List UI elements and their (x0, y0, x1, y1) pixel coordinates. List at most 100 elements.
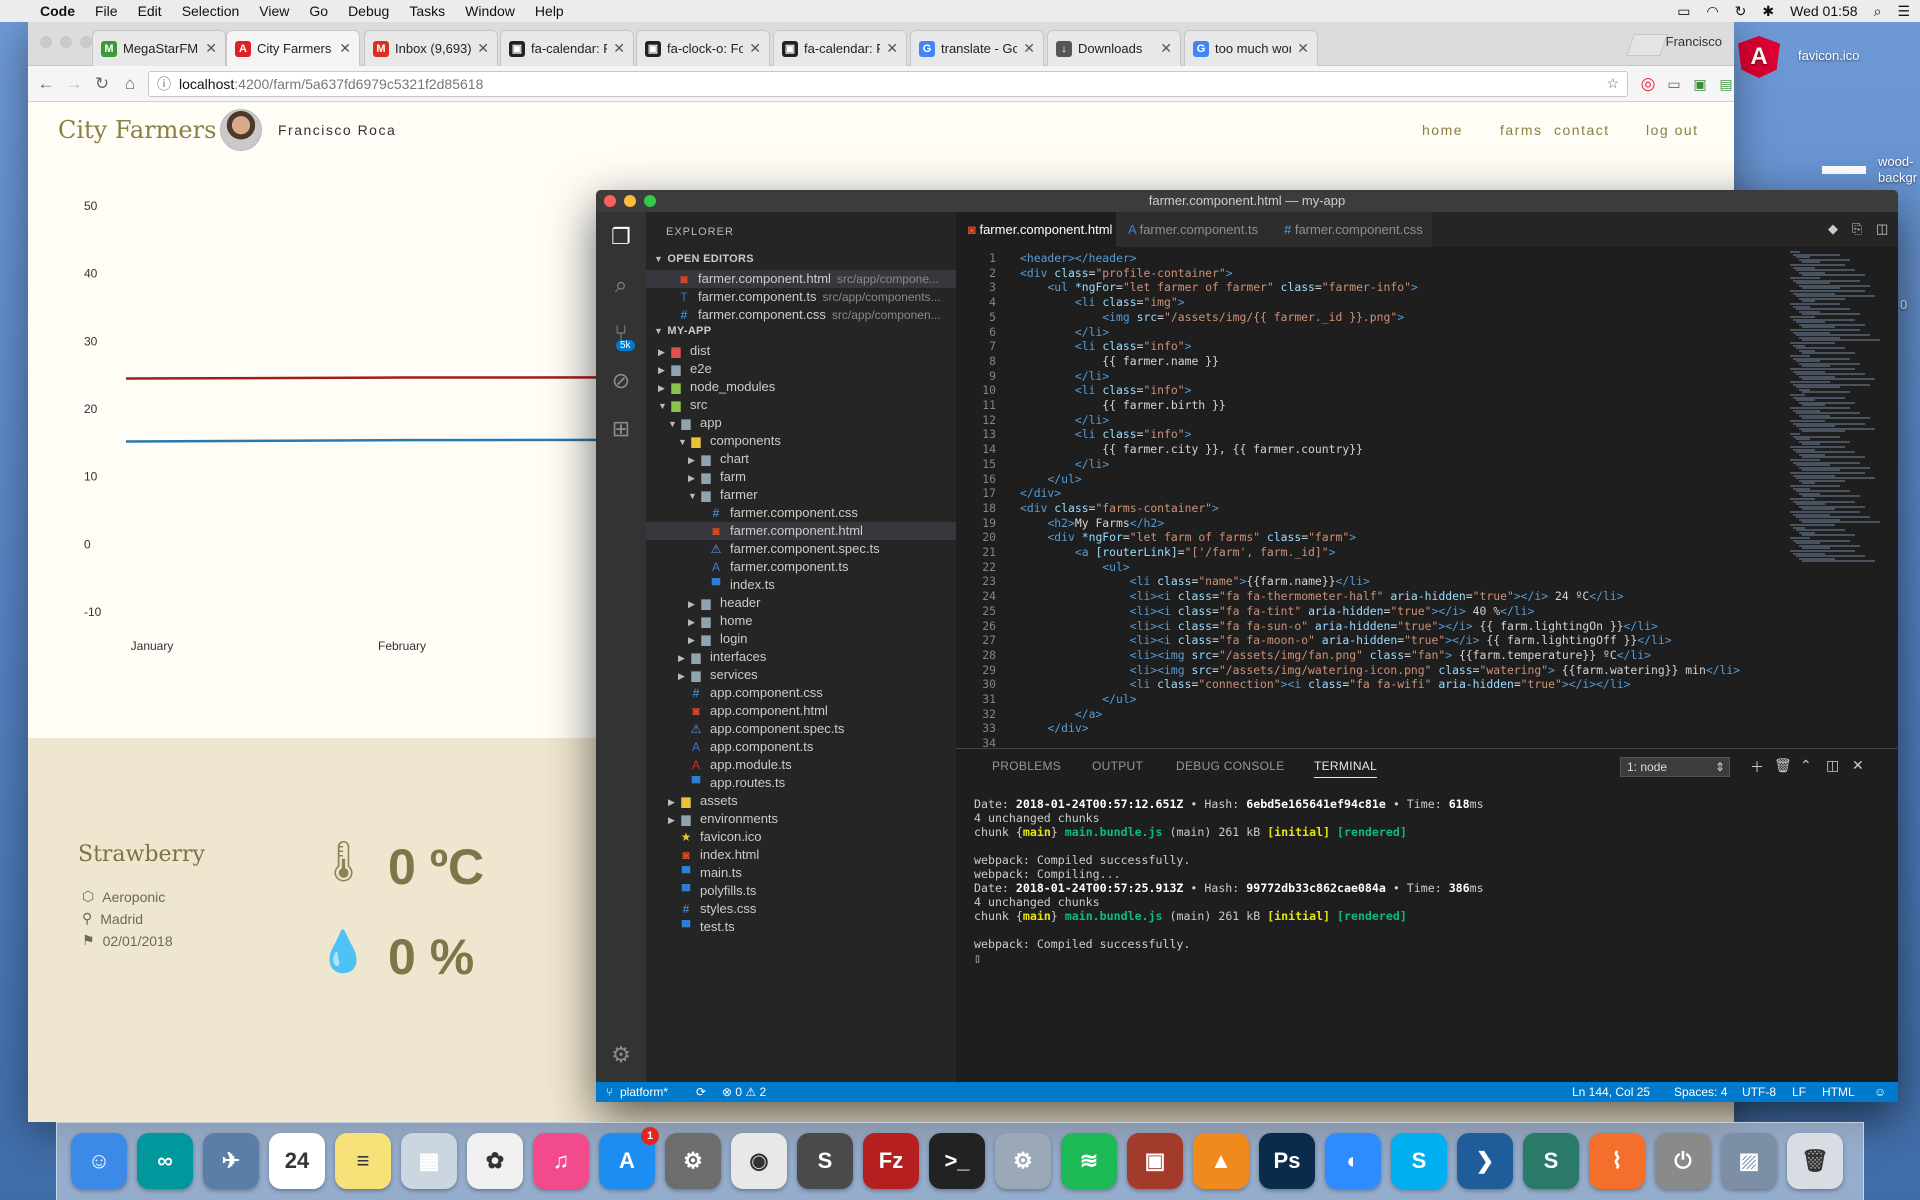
browser-tab[interactable]: Gtranslate - Google S ✕ (910, 30, 1044, 66)
file-tree-item[interactable]: Afarmer.component.ts (646, 558, 956, 576)
tab-close-icon[interactable]: ✕ (886, 40, 898, 57)
menu-file[interactable]: File (95, 3, 118, 19)
dock-photoshop-icon[interactable]: Ps (1259, 1133, 1315, 1189)
window-close-button[interactable] (40, 36, 52, 48)
browser-tab[interactable]: ▣ fa-clock-o: Font Aw ✕ (636, 30, 770, 66)
file-tree-item[interactable]: Aapp.component.ts (646, 738, 956, 756)
file-tree-item[interactable]: ⚠ app.component.spec.ts (646, 720, 956, 738)
dock-sketch-s-icon[interactable]: S (1523, 1133, 1579, 1189)
wifi-icon[interactable]: ◠ (1706, 3, 1718, 20)
tab-close-icon[interactable]: ✕ (1297, 40, 1309, 57)
file-tree-item[interactable]: ▀ index.ts (646, 576, 956, 594)
file-tree-item[interactable]: ▼ ▆ components (646, 432, 956, 450)
vscode-minimize-button[interactable] (624, 195, 636, 207)
open-changes-icon[interactable]: ⎘ (1852, 221, 1862, 237)
file-tree-item[interactable]: ▶ ▆ chart (646, 450, 956, 468)
file-tree-item[interactable]: ▼ ▆ app (646, 414, 956, 432)
display-icon[interactable]: ▭ (1677, 3, 1690, 20)
dock-terminal-icon[interactable]: >_ (929, 1133, 985, 1189)
git-branch[interactable]: platform* (620, 1082, 668, 1102)
dock-utility-icon[interactable]: ⚙ (995, 1133, 1051, 1189)
browser-tab[interactable]: A City Farmers ✕ (226, 30, 360, 66)
dock-postman-icon[interactable]: ⌇ (1589, 1133, 1645, 1189)
project-header[interactable]: ▼ MY-APP (646, 320, 956, 342)
home-icon[interactable]: ⌂ (118, 72, 142, 96)
open-editor-item[interactable]: ◙ farmer.component.html src/app/compone... (646, 270, 956, 288)
file-tree-item[interactable]: ▀ main.ts (646, 864, 956, 882)
code-editor[interactable]: 1 <header></header> 2 <div class="profile-c… (956, 247, 1776, 750)
menu-debug[interactable]: Debug (348, 3, 389, 19)
sync-icon[interactable]: ↻ (1735, 3, 1747, 20)
tab-close-icon[interactable]: ✕ (477, 40, 489, 57)
file-tree-item[interactable]: ◙ index.html (646, 846, 956, 864)
file-tree-item[interactable]: # app.component.css (646, 684, 956, 702)
menu-window[interactable]: Window (465, 3, 515, 19)
user-name[interactable]: Francisco Roca (278, 122, 396, 138)
extension-image-icon[interactable]: ▣ (1688, 72, 1712, 96)
new-terminal-icon[interactable]: ＋ (1750, 757, 1764, 777)
tab-close-icon[interactable]: ✕ (205, 40, 217, 57)
dock-vlc-icon[interactable]: ▲ (1193, 1133, 1249, 1189)
panel-tab-debug-console[interactable]: DEBUG CONSOLE (1176, 759, 1285, 773)
file-tree-item[interactable]: ▶ ▆ login (646, 630, 956, 648)
dock-photo-booth-icon[interactable]: ▣ (1127, 1133, 1183, 1189)
file-tree-item[interactable]: ▼ ▆ src (646, 396, 956, 414)
open-editors-header[interactable]: ▼ OPEN EDITORS (646, 248, 956, 270)
terminal-selector[interactable]: 1: node ⇕ (1620, 757, 1730, 777)
dock-vscode-icon[interactable]: ❯ (1457, 1133, 1513, 1189)
bookmark-star-icon[interactable]: ☆ (1606, 75, 1619, 92)
bluetooth-icon[interactable]: ✱ (1762, 3, 1774, 20)
file-tree-item[interactable]: # styles.css (646, 900, 956, 918)
notification-center-icon[interactable]: ☰ (1897, 3, 1910, 20)
panel-tab-terminal[interactable]: TERMINAL (1314, 759, 1378, 778)
dock-app-store-icon[interactable]: A1 (599, 1127, 659, 1189)
open-editor-item[interactable]: Tfarmer.component.ts src/app/components..… (646, 288, 956, 306)
browser-tab[interactable]: M MegaStarFM ✕ (92, 30, 226, 66)
dock-zoom-icon[interactable]: ◐ (1325, 1133, 1381, 1189)
nav-farms[interactable]: farms (1500, 122, 1543, 138)
address-bar[interactable]: ⓘ localhost :4200/farm/5a637fd6979c5321f… (148, 71, 1628, 97)
encoding[interactable]: UTF-8 (1742, 1082, 1776, 1102)
file-tree-item[interactable]: ▶ ▆ assets (646, 792, 956, 810)
spotlight-icon[interactable]: ⌕ (1874, 3, 1882, 20)
dock-chrome-icon[interactable]: ◉ (731, 1133, 787, 1189)
panel-tab-problems[interactable]: PROBLEMS (992, 759, 1061, 773)
forward-icon[interactable]: → (62, 72, 86, 96)
sync-status-icon[interactable]: ⟳ (696, 1082, 706, 1102)
menu-app-name[interactable]: Code (40, 3, 75, 19)
nav-contact[interactable]: contact (1554, 122, 1610, 138)
debug-icon[interactable]: ⊘ (608, 368, 634, 394)
editor-tab[interactable]: # farmer.component.css (1272, 212, 1432, 247)
toggle-panel-icon[interactable]: ◫ (1826, 757, 1839, 774)
chrome-menu-icon[interactable]: ⋮ (1728, 72, 1735, 96)
extension-opera-icon[interactable]: ◎ (1636, 72, 1660, 96)
reload-icon[interactable]: ↻ (90, 72, 114, 96)
browser-tab[interactable]: Gtoo much work and ✕ (1184, 30, 1318, 66)
dock-itunes-icon[interactable]: ♫ (533, 1133, 589, 1189)
file-tree-item[interactable]: ▀ app.routes.ts (646, 774, 956, 792)
dock-spotify-icon[interactable]: ≋ (1061, 1133, 1117, 1189)
line-ending[interactable]: LF (1792, 1082, 1806, 1102)
clock[interactable]: Wed 01:58 (1790, 3, 1857, 19)
file-tree-item[interactable]: ▶ ▆ node_modules (646, 378, 956, 396)
extension-cast-icon[interactable]: ▭ (1662, 72, 1686, 96)
editor-tab[interactable]: ◙ farmer.component.html ✕ (956, 212, 1127, 247)
indentation[interactable]: Spaces: 4 (1674, 1082, 1727, 1102)
file-tree-item[interactable]: ▀ polyfills.ts (646, 882, 956, 900)
dock-photos-icon[interactable]: ✿ (467, 1133, 523, 1189)
new-tab-button[interactable] (1625, 34, 1669, 56)
file-tree-item[interactable]: ▶ ▆ e2e (646, 360, 956, 378)
browser-tab[interactable]: ↓ Downloads ✕ (1047, 30, 1181, 66)
kill-terminal-icon[interactable]: 🗑 (1774, 757, 1792, 774)
editor-tab[interactable]: A farmer.component.ts (1116, 212, 1272, 247)
file-tree-item[interactable]: ▶ ▆ services (646, 666, 956, 684)
nav-log-out[interactable]: log out (1646, 122, 1699, 138)
dock-finder-icon[interactable]: ☺ (71, 1133, 127, 1189)
dock-photo-viewer-icon[interactable]: ▦ (401, 1133, 457, 1189)
tab-close-icon[interactable]: ✕ (613, 40, 625, 57)
dock-system-preferences-icon[interactable]: ⚙ (665, 1133, 721, 1189)
search-icon[interactable]: ⌕ (608, 272, 634, 298)
dock-notes-icon[interactable]: ≡ (335, 1133, 391, 1189)
site-logo[interactable]: City Farmers (58, 116, 216, 144)
menu-help[interactable]: Help (535, 3, 564, 19)
